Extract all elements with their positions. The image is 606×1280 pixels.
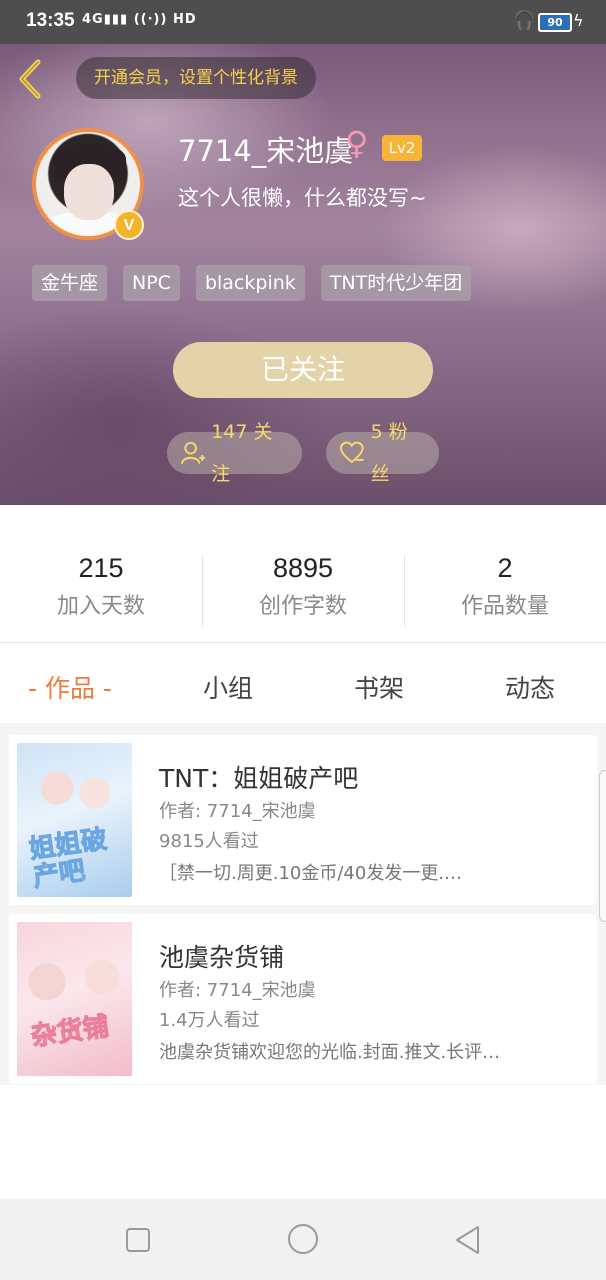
network-type: 4G: [82, 12, 104, 27]
tab-works[interactable]: - 作品 -: [28, 669, 112, 705]
book-cover[interactable]: 姐姐破产吧: [17, 743, 132, 897]
bio: 这个人很懒，什么都没写~: [178, 186, 427, 210]
back-button[interactable]: [14, 58, 50, 100]
stat-join-days: 215 加入天数: [0, 553, 202, 620]
stat-label: 作品数量: [460, 594, 549, 619]
charging-icon: ϟ: [573, 11, 584, 30]
tag[interactable]: 金牛座: [32, 265, 108, 301]
status-bar: 13:35 4G▮▮▮ ((·)) HD 🎧 90 ϟ: [0, 0, 606, 44]
work-description: 池虞杂货铺欢迎您的光临.封面.推文.长评…: [159, 1042, 501, 1063]
back-nav-icon[interactable]: [454, 1225, 482, 1255]
stat-works-count: 2 作品数量: [404, 553, 606, 620]
stat-value: 2: [497, 553, 513, 583]
work-card[interactable]: 姐姐破产吧 TNT：姐姐破产吧 作者: 7714_宋池虞 9815人看过 ［禁一…: [9, 735, 597, 905]
fans-count: 5 粉丝: [370, 421, 408, 485]
stats-row: 215 加入天数 8895 创作字数 2 作品数量: [0, 505, 606, 643]
wifi-hd-label: HD: [172, 12, 197, 27]
system-nav-bar: [0, 1199, 606, 1280]
tab-bookshelf[interactable]: 书架: [354, 669, 404, 705]
username: 7714_宋池虞: [178, 134, 354, 168]
tab-bar: - 作品 - 小组 书架 动态: [0, 643, 606, 723]
stat-value: 8895: [272, 553, 334, 583]
stat-value: 215: [78, 553, 124, 583]
female-icon: ♀: [345, 124, 369, 162]
fans-button[interactable]: 5 粉丝: [326, 421, 439, 485]
verified-badge: V: [114, 210, 144, 240]
follow-button[interactable]: 已关注: [173, 342, 433, 398]
battery-icon: 90: [538, 13, 572, 32]
work-author: 作者: 7714_宋池虞: [159, 801, 316, 822]
scrollbar[interactable]: [599, 770, 606, 922]
work-description: ［禁一切.周更.10金币/40发发一更.…: [159, 863, 463, 884]
tag-list: 金牛座 NPC blackpink TNT时代少年团: [32, 265, 472, 301]
work-views: 9815人看过: [159, 831, 259, 852]
work-card[interactable]: 杂货铺 池虞杂货铺 作者: 7714_宋池虞 1.4万人看过 池虞杂货铺欢迎您的…: [9, 914, 597, 1084]
cover-title: 姐姐破产吧: [27, 824, 109, 893]
back-arrow-icon: [19, 59, 41, 99]
cover-title: 杂货铺: [29, 1011, 111, 1053]
work-title: TNT：姐姐破产吧: [159, 764, 359, 793]
tab-activity[interactable]: 动态: [505, 669, 555, 705]
user-add-icon: [180, 441, 206, 464]
tab-groups[interactable]: 小组: [203, 669, 253, 705]
heart-icon: [339, 441, 364, 464]
content-spacer: [0, 1085, 606, 1199]
tag[interactable]: TNT时代少年团: [320, 265, 472, 301]
home-icon[interactable]: [287, 1223, 319, 1255]
headset-icon: 🎧: [513, 10, 536, 31]
following-button[interactable]: 147 关注: [167, 421, 302, 485]
stat-label: 创作字数: [258, 594, 347, 619]
level-badge: Lv2: [382, 135, 422, 161]
status-time: 13:35: [26, 10, 75, 31]
vip-banner[interactable]: 开通会员，设置个性化背景: [76, 57, 316, 99]
tag[interactable]: NPC: [123, 265, 180, 301]
work-title: 池虞杂货铺: [159, 943, 285, 972]
profile-header: 13:35 4G▮▮▮ ((·)) HD 🎧 90 ϟ 开通会员，设置个性化背景…: [0, 0, 606, 505]
stat-word-count: 8895 创作字数: [202, 553, 404, 620]
work-views: 1.4万人看过: [159, 1010, 260, 1031]
stat-label: 加入天数: [56, 594, 145, 619]
work-author: 作者: 7714_宋池虞: [159, 980, 316, 1001]
signal-icon: 4G▮▮▮ ((·)) HD: [82, 12, 197, 27]
following-count: 147 关注: [211, 421, 273, 485]
recent-apps-icon[interactable]: [125, 1227, 151, 1253]
tag[interactable]: blackpink: [195, 265, 305, 301]
book-cover[interactable]: 杂货铺: [17, 922, 132, 1076]
